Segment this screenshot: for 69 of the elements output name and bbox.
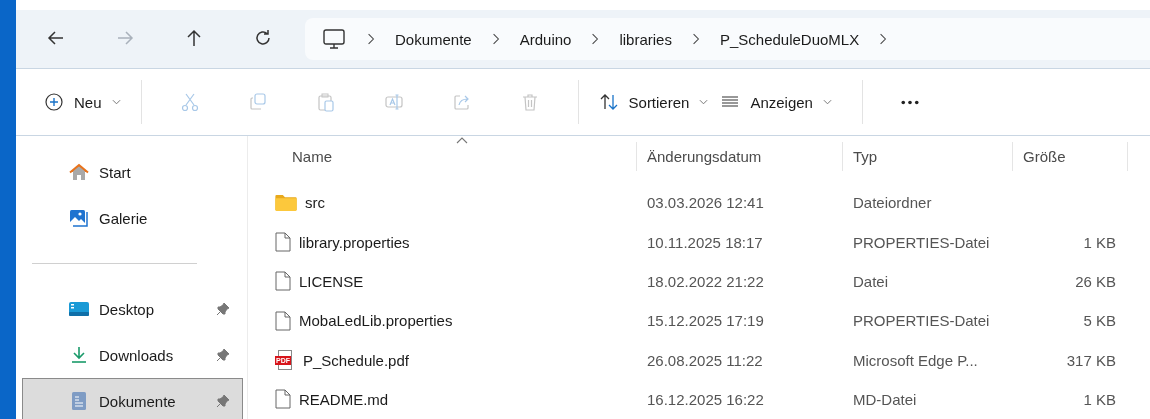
column-header[interactable]: Größe [1013, 142, 1128, 172]
column-header[interactable]: Typ [843, 142, 1013, 172]
sort-up-icon [456, 137, 468, 144]
chevron-icon [367, 33, 375, 45]
size-cell-text: 26 KB [1074, 272, 1117, 290]
date-cell-text: 10.11.2025 18:17 [646, 233, 764, 251]
file-name[interactable]: LICENSE [299, 272, 364, 290]
file-name[interactable]: MobaLedLib.properties [299, 312, 453, 330]
date-cell-text: 16.12.2025 16:22 [646, 390, 765, 408]
chevron-icon [879, 33, 888, 45]
type-cell-text: Dateiordner [852, 194, 933, 212]
sort-arrows-icon [598, 92, 619, 112]
share-icon [451, 92, 472, 112]
file-icon [275, 389, 291, 410]
plus-circle-icon [44, 92, 64, 112]
chevron-icon [691, 33, 700, 45]
more-icon [900, 99, 919, 105]
file-icon [275, 310, 291, 331]
file-name[interactable]: src [305, 194, 325, 212]
file-name[interactable]: P_Schedule.pdf [303, 351, 409, 369]
download-icon [69, 345, 89, 365]
house-icon [69, 162, 89, 182]
column-header[interactable]: Name [248, 142, 637, 172]
type-cell-text: PROPERTIES-Datei [852, 233, 991, 251]
scissors-icon [179, 92, 200, 112]
date-cell-text: 18.02.2022 21:22 [646, 272, 765, 290]
size-cell-text: 1 KB [1082, 390, 1117, 408]
document-icon [69, 391, 89, 411]
size-cell-text: 317 KB [1065, 351, 1117, 369]
gallery-icon [69, 208, 89, 228]
sidebar-item[interactable]: Galerie [22, 195, 243, 241]
sidebar-item[interactable]: Desktop [22, 286, 243, 332]
date-cell-text: 26.08.2025 11:22 [646, 351, 764, 369]
date-cell-text: 03.03.2026 12:41 [646, 194, 765, 212]
file-name[interactable]: library.properties [299, 233, 410, 251]
type-cell-text: Datei [852, 272, 890, 290]
copy-icon [247, 92, 268, 112]
folder-icon [275, 194, 297, 212]
chevron-icon [591, 33, 600, 45]
caret-icon [699, 99, 709, 105]
date-cell-text: 15.12.2025 17:19 [646, 312, 765, 330]
view-button[interactable]: Anzeigen [714, 86, 838, 118]
sort-button[interactable]: Sortieren [592, 86, 715, 118]
chevron-icon [491, 33, 500, 45]
computer-icon [323, 28, 345, 50]
file-icon [275, 232, 291, 253]
rename-icon [383, 92, 404, 112]
desktop-icon [69, 299, 89, 319]
file-icon [275, 271, 291, 292]
size-cell-text: 5 KB [1082, 312, 1117, 330]
sidebar-item[interactable]: Dokumente [22, 378, 243, 419]
refresh-icon[interactable] [253, 27, 273, 48]
breadcrumb[interactable]: Dokumente [375, 30, 492, 48]
address-bar[interactable]: Dokumente Arduino libraries P_ScheduleDuoMLX [305, 18, 1150, 60]
column-header[interactable]: Änderungsdatum [637, 142, 843, 172]
breadcrumb[interactable]: libraries [599, 30, 692, 48]
sidebar-item[interactable]: Downloads [22, 332, 243, 378]
type-cell-text: Microsoft Edge P... [852, 351, 979, 369]
new-button[interactable]: Neu [38, 86, 127, 118]
file-name[interactable]: README.md [299, 390, 389, 408]
sidebar-item[interactable]: Start [22, 149, 243, 195]
size-cell-text: 1 KB [1082, 233, 1117, 251]
type-cell-text: PROPERTIES-Datei [852, 312, 991, 330]
type-cell-text: MD-Datei [852, 390, 918, 408]
breadcrumb[interactable]: Arduino [499, 30, 592, 48]
breadcrumb[interactable]: P_ScheduleDuoMLX [699, 30, 880, 48]
caret-icon [822, 99, 832, 105]
clipboard-icon [315, 92, 336, 112]
caret-icon [111, 99, 121, 105]
